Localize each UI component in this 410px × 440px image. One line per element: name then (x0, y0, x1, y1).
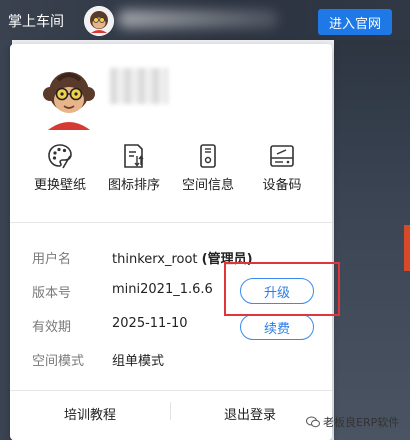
role-badge: (管理员) (201, 252, 253, 267)
sort-icon (124, 144, 144, 168)
palette-icon (48, 144, 72, 169)
wechat-icon (306, 416, 320, 428)
space-info-button[interactable]: 空间信息 (176, 142, 240, 193)
training-tutorial-link[interactable]: 培训教程 (64, 404, 116, 423)
background-right (334, 40, 410, 440)
device-code-label: 设备码 (262, 178, 302, 193)
change-wallpaper-label: 更换壁纸 (33, 178, 86, 193)
space-info-label: 空间信息 (181, 178, 234, 193)
username-label: 用户名 (32, 252, 72, 267)
renew-button[interactable]: 续费 (240, 314, 314, 340)
account-popup: 更换壁纸 图标排序 空间信息 设备码 用户名 thinkerx_root (管理… (10, 44, 332, 440)
upgrade-button[interactable]: 升级 (240, 278, 314, 304)
enter-website-button[interactable]: 进入官网 (318, 9, 392, 35)
device-code-icon (270, 145, 294, 167)
top-bar: 掌上车间 进入官网 (0, 0, 410, 40)
storage-info-icon (200, 144, 216, 168)
user-avatar (36, 66, 102, 132)
quick-actions: 更换壁纸 图标排序 空间信息 设备码 (28, 142, 318, 202)
top-avatar[interactable] (84, 6, 114, 36)
blurred-username (118, 10, 278, 28)
validity-label: 有效期 (32, 320, 72, 335)
logout-link[interactable]: 退出登录 (224, 404, 276, 423)
app-title: 掌上车间 (8, 14, 64, 30)
username-value: thinkerx_root (管理员) (112, 252, 253, 267)
version-label: 版本号 (32, 286, 72, 301)
divider (10, 390, 332, 391)
divider (10, 222, 332, 223)
footer-separator (170, 402, 171, 420)
space-mode-label: 空间模式 (32, 354, 85, 369)
blurred-nickname (110, 68, 168, 104)
watermark: 老板良ERP软件 (306, 414, 399, 430)
version-value: mini2021_1.6.6 (112, 282, 213, 297)
monkey-avatar-icon (84, 6, 114, 36)
watermark-text: 老板良ERP软件 (323, 416, 400, 429)
device-code-button[interactable]: 设备码 (250, 142, 314, 193)
monkey-avatar-icon (43, 72, 95, 130)
validity-value: 2025-11-10 (112, 316, 188, 331)
change-wallpaper-button[interactable]: 更换壁纸 (28, 142, 92, 193)
icon-sort-label: 图标排序 (107, 178, 160, 193)
icon-sort-button[interactable]: 图标排序 (102, 142, 166, 193)
space-mode-value: 组单模式 (112, 354, 165, 369)
